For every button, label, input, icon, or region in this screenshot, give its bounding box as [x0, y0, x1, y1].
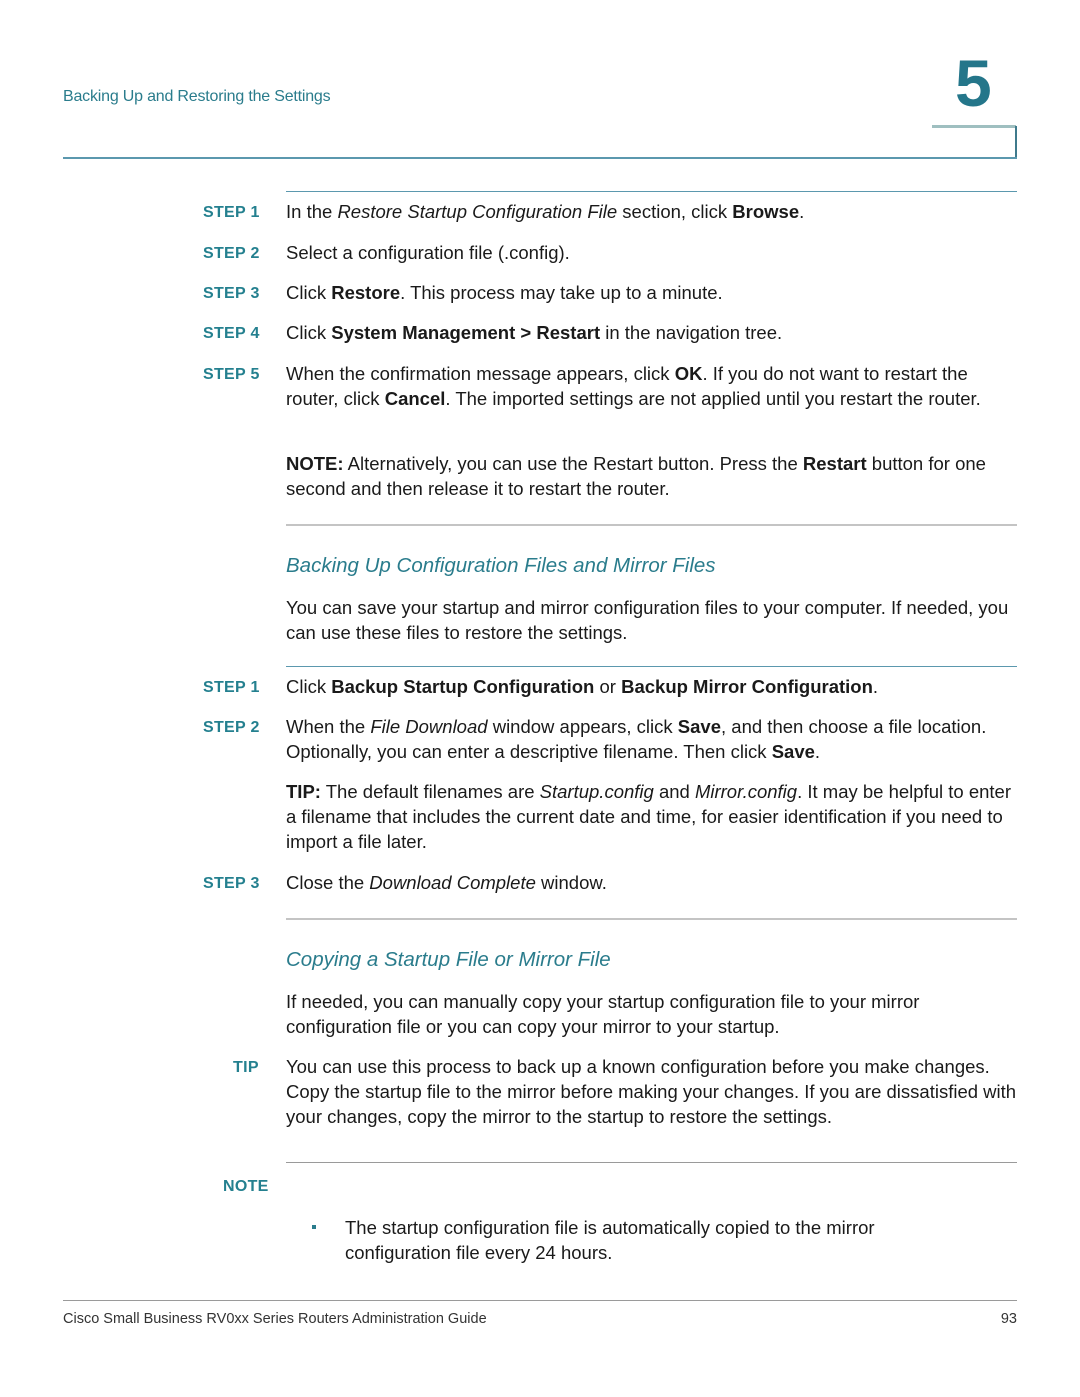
text-run: The default filenames are — [320, 781, 540, 802]
footer-guide-title: Cisco Small Business RV0xx Series Router… — [63, 1311, 487, 1327]
section-heading-backup: Backing Up Configuration Files and Mirro… — [286, 554, 716, 577]
step-text: In the Restore Startup Configuration Fil… — [286, 199, 1017, 225]
copy-tip: TIP You can use this process to back up … — [203, 1054, 1017, 1129]
step-text: Click Restore. This process may take up … — [286, 280, 1017, 306]
emphasis-italic: File Download — [370, 716, 488, 737]
step-text: Select a configuration file (.config). — [286, 240, 1017, 266]
step-text: Close the Download Complete window. — [286, 870, 1017, 896]
emphasis-bold: System Management > Restart — [331, 322, 601, 343]
footer-rule — [63, 1300, 1017, 1301]
text-run: and — [653, 781, 695, 802]
step-label: STEP 1 — [203, 204, 260, 221]
step-text: When the confirmation message appears, c… — [286, 361, 1017, 411]
bullet-icon — [312, 1221, 320, 1229]
restore-step-2: STEP 2 Select a configuration file (.con… — [203, 240, 1017, 266]
text-run: section, click — [617, 201, 733, 222]
text-run: . The imported settings are not applied … — [445, 388, 981, 409]
restore-step-1: STEP 1 In the Restore Startup Configurat… — [203, 199, 1017, 225]
header-rule — [63, 157, 1017, 159]
restore-step-4: STEP 4 Click System Management > Restart… — [203, 320, 1017, 346]
step-label: STEP 3 — [203, 285, 260, 302]
running-header-section-title: Backing Up and Restoring the Settings — [63, 88, 331, 105]
step-label: STEP 2 — [203, 719, 260, 736]
tip-label: TIP — [233, 1059, 259, 1076]
page-number: 93 — [1000, 1311, 1017, 1327]
text-run: . — [814, 741, 821, 762]
emphasis-italic: Startup.config — [539, 781, 654, 802]
text-run: . — [872, 676, 879, 697]
text-run: Click — [286, 282, 332, 303]
text-run: . — [799, 201, 805, 222]
chapter-box-top-rule — [932, 125, 1016, 128]
restore-step-3: STEP 3 Click Restore. This process may t… — [203, 280, 1017, 306]
section-divider — [286, 524, 1017, 526]
step-label: STEP 5 — [203, 366, 260, 383]
text-run: in the navigation tree. — [600, 322, 783, 343]
backup-step-3: STEP 3 Close the Download Complete windo… — [203, 870, 1017, 896]
text-run: In the — [286, 201, 338, 222]
text-run: window appears, click — [487, 716, 678, 737]
step-text: Click Backup Startup Configuration or Ba… — [286, 674, 1017, 700]
step-label: STEP 3 — [203, 875, 260, 892]
note-bullet-text: The startup configuration file is automa… — [345, 1217, 875, 1263]
backup-step-1: STEP 1 Click Backup Startup Configuratio… — [203, 674, 1017, 700]
step-label: STEP 2 — [203, 245, 260, 262]
note-label: NOTE — [223, 1178, 269, 1195]
emphasis-bold: OK — [674, 363, 703, 384]
tip-text: You can use this process to back up a kn… — [286, 1056, 1017, 1127]
backup-tip: TIP: The default filenames are Startup.c… — [286, 779, 1017, 854]
emphasis-italic: Download Complete — [369, 872, 536, 893]
emphasis-bold: TIP: — [286, 781, 321, 802]
emphasis-bold: Browse — [732, 201, 800, 222]
steps-top-rule — [286, 191, 1017, 192]
text-run: Click — [286, 676, 332, 697]
step-label: STEP 1 — [203, 679, 260, 696]
chapter-number: 5 — [955, 46, 992, 120]
emphasis-bold: Cancel — [384, 388, 446, 409]
section-heading-copy: Copying a Startup File or Mirror File — [286, 948, 611, 971]
emphasis-bold: Backup Startup Configuration — [331, 676, 595, 697]
emphasis-bold: NOTE: — [286, 453, 344, 474]
text-run: When the — [286, 716, 371, 737]
note-top-rule — [286, 1162, 1017, 1163]
restore-step-5: STEP 5 When the confirmation message app… — [203, 361, 1017, 411]
emphasis-bold: Save — [771, 741, 815, 762]
text-run: When the confirmation message appears, c… — [286, 363, 675, 384]
step-text: When the File Download window appears, c… — [286, 714, 1017, 764]
emphasis-bold: Save — [677, 716, 722, 737]
text-run: window. — [535, 872, 607, 893]
text-run: . This process may take up to a minute. — [400, 282, 723, 303]
text-run: Close the — [286, 872, 370, 893]
text-run: or — [594, 676, 622, 697]
backup-intro: You can save your startup and mirror con… — [286, 597, 1009, 643]
text-run: Click — [286, 322, 332, 343]
section-divider — [286, 918, 1017, 920]
restore-note: NOTE: Alternatively, you can use the Res… — [286, 451, 1017, 501]
emphasis-bold: Restart — [802, 453, 867, 474]
emphasis-bold: Restore — [331, 282, 401, 303]
chapter-box-side-rule — [1015, 126, 1017, 158]
backup-step-2: STEP 2 When the File Download window app… — [203, 714, 1017, 764]
step-text: Click System Management > Restart in the… — [286, 320, 1017, 346]
emphasis-italic: Mirror.config — [694, 781, 798, 802]
step-label: STEP 4 — [203, 325, 260, 342]
emphasis-bold: Backup Mirror Configuration — [621, 676, 873, 697]
steps-top-rule — [286, 666, 1017, 667]
copy-intro: If needed, you can manually copy your st… — [286, 991, 920, 1037]
emphasis-italic: Restore Startup Configuration File — [337, 201, 618, 222]
text-run: Select a configuration file (.config). — [286, 242, 570, 263]
text-run: Alternatively, you can use the Restart b… — [343, 453, 803, 474]
